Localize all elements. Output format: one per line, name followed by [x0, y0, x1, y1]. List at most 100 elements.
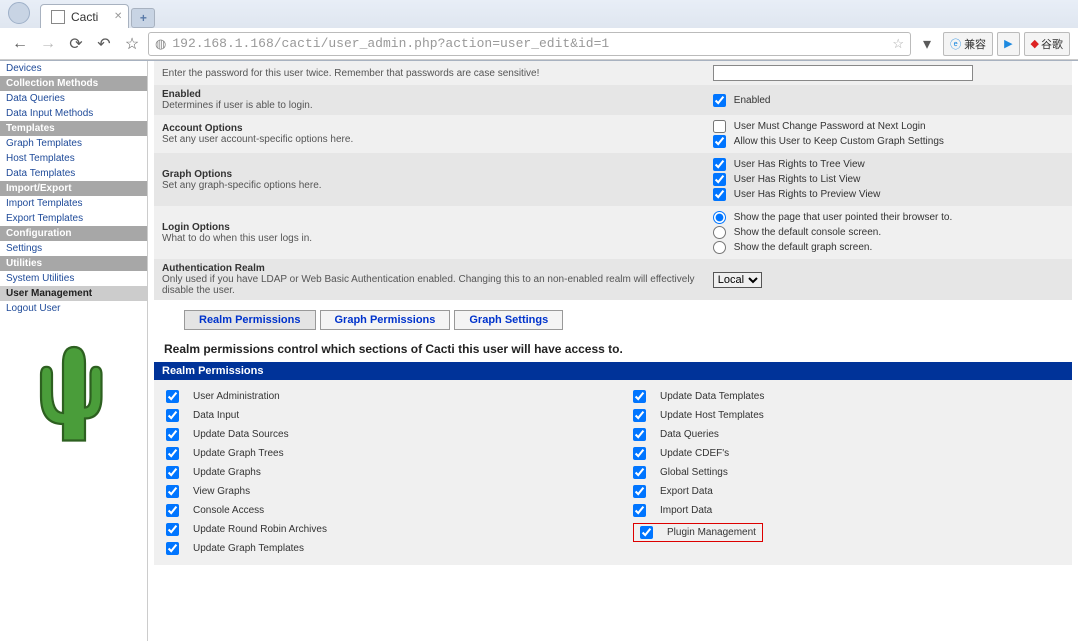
sidebar-link[interactable]: Data Input Methods [0, 106, 147, 121]
permission-checkbox[interactable] [166, 466, 179, 479]
sidebar-section: Import/Export [0, 181, 147, 196]
tab-settings[interactable]: Graph Settings [454, 310, 563, 330]
login-radio-1[interactable] [713, 211, 726, 224]
permission-checkbox[interactable] [166, 485, 179, 498]
permission-label: Plugin Management [667, 527, 756, 538]
sidebar-link[interactable]: Graph Templates [0, 136, 147, 151]
login-desc: What to do when this user logs in. [162, 233, 697, 244]
permission-tabs: Realm Permissions Graph Permissions Grap… [184, 310, 1072, 330]
url-bar[interactable]: ◍ ☆ [148, 32, 911, 56]
sidebar-link[interactable]: Export Templates [0, 211, 147, 226]
permissions-description: Realm permissions control which sections… [154, 336, 1072, 362]
permission-checkbox[interactable] [633, 390, 646, 403]
permission-label: Update Round Robin Archives [193, 524, 327, 535]
dropdown-icon[interactable]: ▾ [915, 32, 939, 56]
sidebar-link[interactable]: Import Templates [0, 196, 147, 211]
login-label: Login Options [162, 222, 697, 233]
back-button[interactable]: ← [8, 32, 32, 56]
permissions-grid: User Administration Data Input Update Data… [154, 380, 1072, 565]
go-button[interactable]: ▶ [997, 32, 1019, 56]
permission-checkbox[interactable] [166, 447, 179, 460]
google-button[interactable]: ◆谷歌 [1024, 32, 1070, 56]
password-input[interactable] [713, 65, 973, 81]
undo-button[interactable]: ↶ [92, 32, 116, 56]
sidebar-link[interactable]: Devices [0, 61, 147, 76]
tab-realm[interactable]: Realm Permissions [184, 310, 316, 330]
change-pw-checkbox[interactable] [713, 120, 726, 133]
permission-checkbox[interactable] [166, 390, 179, 403]
permission-label: Console Access [193, 505, 264, 516]
permission-label: Update Data Sources [193, 429, 289, 440]
permission-label: Data Input [193, 410, 239, 421]
permission-item: Import Data [633, 504, 1060, 517]
permission-label: User Administration [193, 391, 280, 402]
enabled-label: Enabled [162, 89, 697, 100]
permission-checkbox[interactable] [633, 485, 646, 498]
sidebar-section: Collection Methods [0, 76, 147, 91]
password-desc: Enter the password for this user twice. … [162, 68, 539, 79]
permission-item: Data Input [166, 409, 593, 422]
user-avatar-icon[interactable] [8, 2, 30, 24]
permission-checkbox[interactable] [633, 409, 646, 422]
sidebar-link[interactable]: Host Templates [0, 151, 147, 166]
sidebar-section: Templates [0, 121, 147, 136]
permission-item: Export Data [633, 485, 1060, 498]
permission-item: Data Queries [633, 428, 1060, 441]
keep-graph-checkbox[interactable] [713, 135, 726, 148]
permission-label: Update Host Templates [660, 410, 764, 421]
permission-item: Update Graph Trees [166, 447, 593, 460]
permission-label: Export Data [660, 486, 713, 497]
star-icon[interactable]: ☆ [892, 36, 904, 52]
permission-label: View Graphs [193, 486, 250, 497]
permission-checkbox[interactable] [166, 428, 179, 441]
sidebar: DevicesCollection MethodsData QueriesDat… [0, 61, 148, 641]
permission-label: Update CDEF's [660, 448, 729, 459]
sidebar-link[interactable]: User Management [0, 286, 147, 301]
globe-icon: ◍ [155, 36, 166, 52]
permission-checkbox[interactable] [633, 428, 646, 441]
realm-label: Authentication Realm [162, 263, 697, 274]
permission-checkbox[interactable] [633, 466, 646, 479]
enabled-desc: Determines if user is able to login. [162, 100, 697, 111]
login-radio-3[interactable] [713, 241, 726, 254]
permission-checkbox[interactable] [640, 526, 653, 539]
browser-tab[interactable]: Cacti ✕ [40, 4, 129, 28]
sidebar-link[interactable]: Logout User [0, 301, 147, 316]
browser-chrome: Cacti ✕ + ← → ⟳ ↶ ☆ ◍ ☆ ▾ ⓔ兼容 ▶ ◆谷歌 [0, 0, 1078, 61]
close-icon[interactable]: ✕ [114, 11, 122, 22]
forward-button[interactable]: → [36, 32, 60, 56]
permission-checkbox[interactable] [166, 542, 179, 555]
login-radio-2[interactable] [713, 226, 726, 239]
permission-checkbox[interactable] [166, 409, 179, 422]
list-checkbox[interactable] [713, 173, 726, 186]
permission-checkbox[interactable] [166, 523, 179, 536]
permission-item: Update Data Sources [166, 428, 593, 441]
permission-checkbox[interactable] [633, 504, 646, 517]
permission-label: Data Queries [660, 429, 719, 440]
sidebar-link[interactable]: Data Queries [0, 91, 147, 106]
preview-checkbox[interactable] [713, 188, 726, 201]
tab-graph[interactable]: Graph Permissions [320, 310, 451, 330]
graph-desc: Set any graph-specific options here. [162, 180, 697, 191]
permission-item: Update Graph Templates [166, 542, 593, 555]
realm-select[interactable]: Local [713, 272, 762, 288]
permission-item: Update Round Robin Archives [166, 523, 593, 536]
sidebar-link[interactable]: Data Templates [0, 166, 147, 181]
enabled-checkbox[interactable] [713, 94, 726, 107]
compat-button[interactable]: ⓔ兼容 [943, 32, 993, 56]
new-tab-button[interactable]: + [131, 8, 155, 28]
bookmark-icon[interactable]: ☆ [120, 32, 144, 56]
permission-checkbox[interactable] [633, 447, 646, 460]
permission-checkbox[interactable] [166, 504, 179, 517]
permission-item: Console Access [166, 504, 593, 517]
sidebar-link[interactable]: Settings [0, 241, 147, 256]
sidebar-section: Utilities [0, 256, 147, 271]
content-area: Enter the password for this user twice. … [148, 61, 1078, 641]
realm-permissions-header: Realm Permissions [154, 362, 1072, 380]
cactus-logo [39, 336, 109, 446]
tree-checkbox[interactable] [713, 158, 726, 171]
permission-label: Update Graph Templates [193, 543, 304, 554]
url-input[interactable] [172, 36, 892, 51]
reload-button[interactable]: ⟳ [64, 32, 88, 56]
sidebar-link[interactable]: System Utilities [0, 271, 147, 286]
